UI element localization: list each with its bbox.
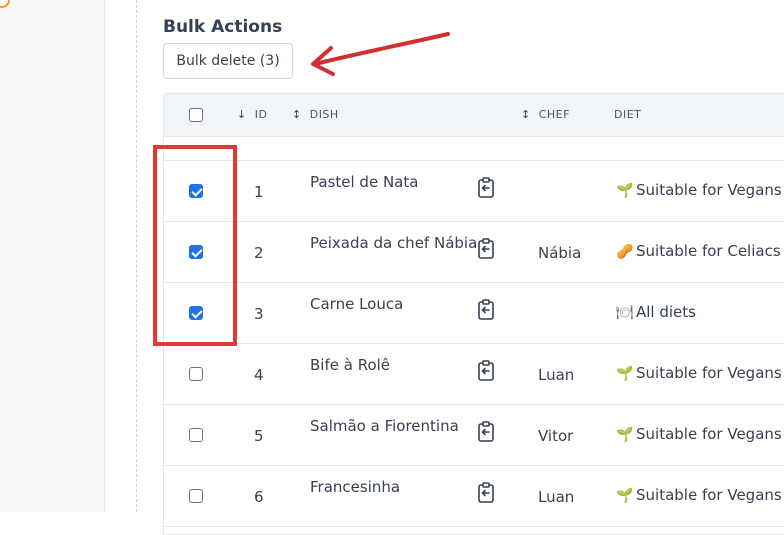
dishes-table: ↓ ID ↕ DISH ↕ CHEF DIET 1 Pastel de Nata 🌱 Sui… [163,93,784,535]
row-checkbox[interactable] [189,489,203,503]
column-header-diet[interactable]: DIET [614,108,641,121]
clipboard-copy-icon[interactable] [476,238,496,264]
cell-diet: 🌱 Suitable for Vegans [616,425,782,443]
clipboard-copy-icon[interactable] [476,360,496,386]
cell-dish: Francesinha [310,478,401,496]
table-row[interactable]: 6 Francesinha Luan 🌱 Suitable for Vegans [164,466,784,527]
cell-id: 4 [254,366,264,384]
diet-label: Suitable for Vegans [636,486,782,504]
cell-dish: Bife à Rolê [310,356,391,374]
cell-dish: Carne Louca [310,295,404,313]
cell-chef: Luan [538,488,575,506]
clipboard-copy-icon[interactable] [476,421,496,447]
bulk-actions-title: Bulk Actions [163,17,283,37]
cell-chef: Nábia [538,244,582,262]
annotation-highlight-box [153,145,237,346]
row-checkbox[interactable] [189,428,203,442]
clipboard-copy-icon[interactable] [476,299,496,325]
sprout-icon: 🌱 [616,427,634,443]
cell-id: 2 [254,244,264,262]
cell-chef: Luan [538,366,575,384]
clipboard-copy-icon[interactable] [476,177,496,203]
sort-desc-icon: ↓ [237,108,247,121]
table-row[interactable]: 4 Bife à Rolê Luan 🌱 Suitable for Vegans [164,344,784,405]
cell-diet: 🥜 Suitable for Celiacs [616,242,781,260]
diet-label: All diets [636,303,696,321]
plate-icon: 🍽 [616,305,634,321]
diet-label: Suitable for Celiacs [636,242,781,260]
cell-id: 3 [254,305,264,323]
diet-label: Suitable for Vegans [636,181,782,199]
column-header-dish[interactable]: ↕ DISH [292,108,339,121]
peanut-icon: 🥜 [616,244,634,260]
cell-dish: Salmão a Fiorentina [310,417,459,435]
sprout-icon: 🌱 [616,366,634,382]
select-all-checkbox[interactable] [189,108,203,122]
table-row[interactable]: 3 Carne Louca 🍽 All diets [164,283,784,344]
diet-label: Suitable for Vegans [636,364,782,382]
cell-dish: Peixada da chef Nábia [310,234,478,252]
clipboard-copy-icon[interactable] [476,482,496,508]
bulk-delete-button[interactable]: Bulk delete (3) [163,43,293,79]
column-header-chef[interactable]: ↕ CHEF [521,108,570,121]
table-row[interactable]: 2 Peixada da chef Nábia Nábia 🥜 Suitable for… [164,222,784,283]
sort-icon: ↕ [292,108,302,121]
cell-diet: 🍽 All diets [616,303,696,321]
annotation-arrow-icon [311,32,450,76]
cell-dish: Pastel de Nata [310,173,419,191]
divider [136,0,137,512]
table-row[interactable]: 5 Salmão a Fiorentina Vitor 🌱 Suitable for V… [164,405,784,466]
sprout-icon: 🌱 [616,488,634,504]
sort-icon: ↕ [521,108,531,121]
sprout-icon: 🌱 [616,183,634,199]
cell-id: 6 [254,488,264,506]
cell-diet: 🌱 Suitable for Vegans [616,486,782,504]
cell-diet: 🌱 Suitable for Vegans [616,364,782,382]
filter-row [164,136,784,161]
row-checkbox[interactable] [189,367,203,381]
sidebar-accent-icon [0,0,10,8]
cell-diet: 🌱 Suitable for Vegans [616,181,782,199]
cell-chef: Vitor [538,427,574,445]
cell-id: 1 [254,183,264,201]
table-header: ↓ ID ↕ DISH ↕ CHEF DIET [164,94,784,137]
sidebar [0,0,105,512]
table-row[interactable]: 1 Pastel de Nata 🌱 Suitable for Vegans [164,161,784,222]
cell-id: 5 [254,427,264,445]
column-header-id[interactable]: ↓ ID [237,108,267,121]
diet-label: Suitable for Vegans [636,425,782,443]
